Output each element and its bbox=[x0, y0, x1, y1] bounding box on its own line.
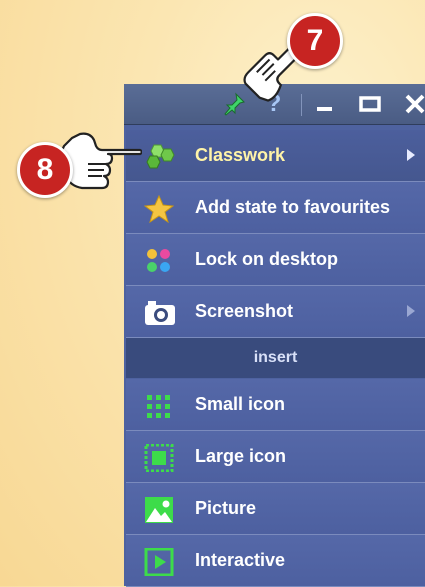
callout-badge-8: 8 bbox=[17, 142, 73, 198]
menu-item-label: Interactive bbox=[195, 550, 286, 570]
menu-item-small-icon[interactable]: Small icon bbox=[126, 379, 425, 431]
small-icon-dots bbox=[144, 392, 174, 418]
maximize-icon[interactable] bbox=[358, 92, 382, 116]
app-screen: { "callouts": [ {"number": "7", "target"… bbox=[0, 0, 425, 587]
menu-item-label: Screenshot bbox=[195, 301, 294, 321]
menu-item-label: Lock on desktop bbox=[195, 249, 339, 269]
menu-item-screenshot[interactable]: Screenshot bbox=[126, 286, 425, 338]
menu-item-label: Small icon bbox=[195, 394, 286, 414]
close-icon[interactable] bbox=[403, 92, 425, 116]
camera-icon bbox=[144, 299, 175, 325]
picture-icon bbox=[144, 496, 174, 523]
submenu-arrow-icon bbox=[407, 149, 415, 161]
menu-item-label: Picture bbox=[195, 498, 257, 518]
menu-item-picture[interactable]: Picture bbox=[126, 483, 425, 535]
interactive-play-icon bbox=[144, 547, 174, 577]
menu-item-add-favourites[interactable]: Add state to favourites bbox=[126, 182, 425, 234]
menu-item-lock-desktop[interactable]: Lock on desktop bbox=[126, 234, 425, 286]
lock-desktop-icon bbox=[144, 247, 174, 273]
context-menu: Classwork Add state to favourites Lock o… bbox=[124, 125, 425, 587]
menu-item-large-icon[interactable]: Large icon bbox=[126, 431, 425, 483]
large-icon-square bbox=[144, 443, 174, 473]
menu-item-label: Add state to favourites bbox=[195, 197, 391, 217]
menu-item-label: Large icon bbox=[195, 446, 287, 466]
section-header-insert: insert bbox=[126, 338, 425, 378]
menu-item-interactive[interactable]: Interactive bbox=[126, 535, 425, 587]
submenu-arrow-icon bbox=[407, 305, 415, 317]
classwork-icon bbox=[144, 143, 175, 169]
callout-badge-7: 7 bbox=[287, 13, 343, 69]
menu-item-classwork[interactable]: Classwork bbox=[126, 130, 425, 182]
menu-item-label: Classwork bbox=[195, 145, 286, 165]
star-icon bbox=[143, 194, 175, 224]
